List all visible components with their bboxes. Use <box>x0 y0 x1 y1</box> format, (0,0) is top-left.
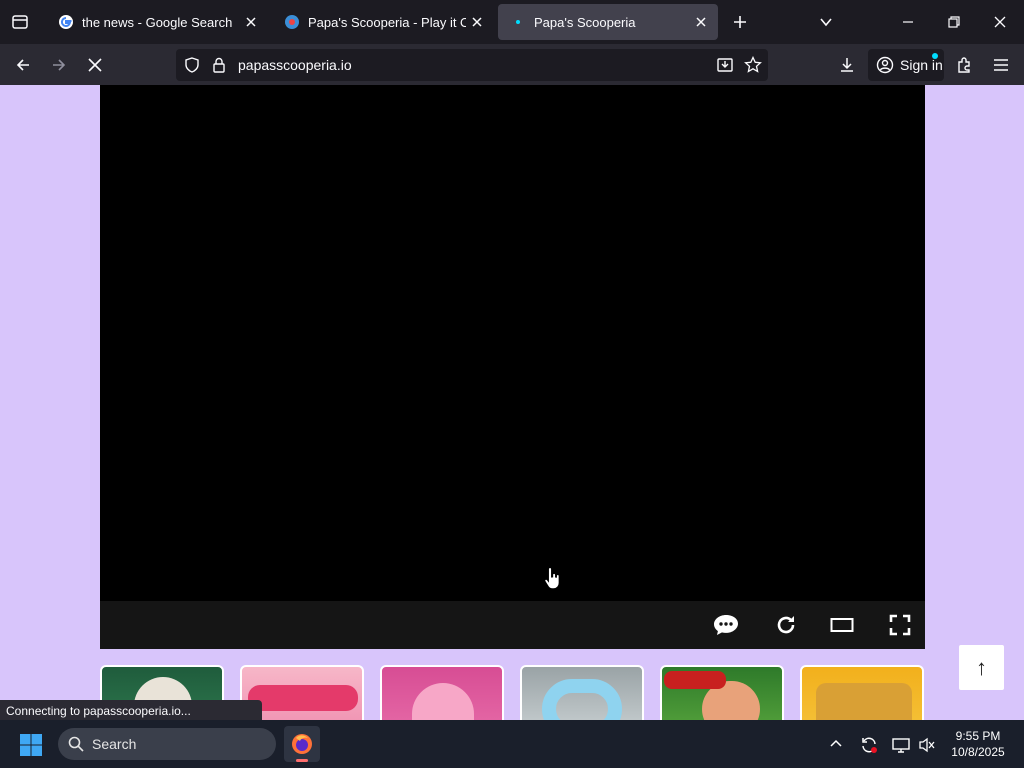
status-text: Connecting to papasscooperia.io... <box>6 704 191 718</box>
scroll-to-top-button[interactable]: ↑ <box>959 645 1004 690</box>
start-button[interactable] <box>18 732 44 758</box>
tab-bar: the news - Google Search Papa's Scooperi… <box>0 0 1024 44</box>
game-controls-bar <box>100 601 925 649</box>
sandwich-image <box>816 683 912 720</box>
close-window-button[interactable] <box>988 10 1012 34</box>
windows-logo-icon <box>20 734 42 756</box>
bookmark-star-icon[interactable] <box>744 56 762 74</box>
taskbar-search-box[interactable]: Search <box>58 728 276 760</box>
pizzeria-logo <box>664 671 726 689</box>
extensions-button[interactable] <box>952 52 978 78</box>
puzzle-icon <box>958 57 970 73</box>
list-all-tabs-button[interactable] <box>814 10 838 34</box>
navigation-toolbar: papasscooperia.io Sign in <box>0 44 1024 85</box>
arrow-up-icon: ↑ <box>976 654 987 680</box>
comments-button[interactable] <box>712 611 740 639</box>
shield-icon[interactable] <box>184 57 200 73</box>
lock-icon[interactable] <box>212 57 226 73</box>
game-thumb-5[interactable] <box>660 665 784 720</box>
hand-cursor-icon <box>544 566 560 590</box>
stop-button[interactable] <box>82 52 108 78</box>
url-text[interactable]: papasscooperia.io <box>238 57 352 73</box>
firefox-view-icon <box>12 15 28 29</box>
firefox-taskbar-button[interactable] <box>284 726 320 762</box>
restore-button[interactable] <box>942 10 966 34</box>
google-icon <box>59 15 73 29</box>
theater-mode-button[interactable] <box>828 611 856 639</box>
show-hidden-icons-button[interactable] <box>826 734 846 754</box>
network-button[interactable] <box>890 734 912 756</box>
refresh-icon <box>777 616 795 634</box>
fullscreen-icon <box>889 614 911 636</box>
game-thumb-6[interactable] <box>800 665 924 720</box>
game-thumb-3[interactable] <box>380 665 504 720</box>
firefox-view-button[interactable] <box>8 10 32 34</box>
close-icon <box>994 16 1006 28</box>
tab-title: Papa's Scooperia - Play it Online <box>308 14 466 30</box>
sync-icon <box>862 737 877 753</box>
menu-button[interactable] <box>988 52 1014 78</box>
arrow-right-icon <box>53 59 66 71</box>
sign-in-label: Sign in <box>900 57 943 73</box>
fullscreen-button[interactable] <box>886 611 914 639</box>
install-app-icon[interactable] <box>716 56 734 74</box>
tab-scooperia-online[interactable]: Papa's Scooperia - Play it Online <box>272 4 494 40</box>
game-thumb-4[interactable] <box>520 665 644 720</box>
freezeria-logo <box>248 685 358 711</box>
reload-game-button[interactable] <box>772 611 800 639</box>
clock-time: 9:55 PM <box>955 729 1001 743</box>
loading-icon <box>510 14 526 30</box>
downloads-button[interactable] <box>834 52 860 78</box>
hamburger-icon <box>994 59 1008 71</box>
chevron-up-icon <box>830 739 842 747</box>
chat-bubble-icon <box>714 615 738 635</box>
minimize-icon <box>903 21 913 23</box>
search-placeholder: Search <box>92 736 137 752</box>
status-panel: Connecting to papasscooperia.io... <box>0 700 262 722</box>
tab-title: Papa's Scooperia <box>534 14 636 30</box>
web-page-content: ↑ <box>0 85 1024 720</box>
firefox-icon <box>292 734 312 754</box>
stop-icon <box>88 58 102 72</box>
sync-status-button[interactable] <box>858 734 880 756</box>
arrow-left-icon <box>16 59 29 71</box>
close-tab-icon[interactable] <box>466 11 488 33</box>
search-icon <box>68 736 84 752</box>
volume-button[interactable] <box>916 734 938 756</box>
game-site-icon <box>285 15 299 29</box>
download-icon <box>841 58 853 72</box>
tab-scooperia-active[interactable]: Papa's Scooperia <box>498 4 718 40</box>
active-indicator <box>296 759 308 762</box>
donut-image <box>542 679 622 720</box>
clock-date: 10/8/2025 <box>951 745 1005 759</box>
new-tab-button[interactable] <box>728 10 752 34</box>
sign-in-button[interactable]: Sign in <box>868 49 944 81</box>
close-tab-icon[interactable] <box>240 11 262 33</box>
forward-button[interactable] <box>46 52 72 78</box>
tab-title: the news - Google Search <box>82 14 233 30</box>
plus-icon <box>734 16 746 28</box>
url-bar[interactable]: papasscooperia.io <box>176 49 768 81</box>
account-icon <box>876 56 894 74</box>
cupcake-image <box>412 683 474 720</box>
restore-icon <box>948 16 960 28</box>
system-clock[interactable]: 9:55 PM 10/8/2025 <box>944 728 1012 760</box>
game-frame[interactable] <box>100 85 925 601</box>
back-button[interactable] <box>10 52 36 78</box>
widescreen-icon <box>830 618 854 632</box>
chevron-down-icon <box>820 18 832 27</box>
notification-dot <box>932 53 938 59</box>
monitor-network-icon <box>892 738 910 753</box>
speaker-muted-icon <box>919 737 935 753</box>
minimize-button[interactable] <box>896 10 920 34</box>
windows-taskbar: Search 9:55 PM 10/8/2025 <box>0 720 1024 768</box>
tab-google-search[interactable]: the news - Google Search <box>46 4 268 40</box>
close-tab-icon[interactable] <box>690 11 712 33</box>
